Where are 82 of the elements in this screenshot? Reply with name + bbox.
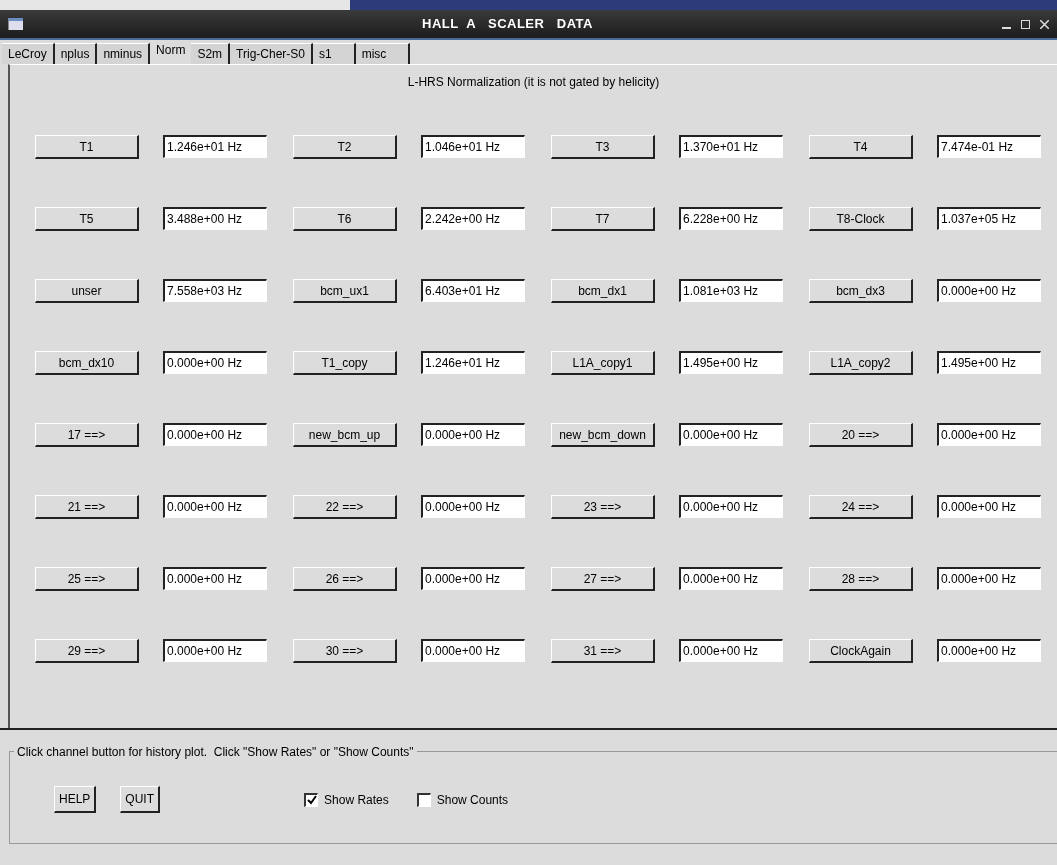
channel-button[interactable]: bcm_dx3 bbox=[809, 279, 913, 303]
tab[interactable]: misc bbox=[355, 43, 411, 64]
tab[interactable]: LeCroy bbox=[2, 43, 55, 64]
rate-field[interactable]: 0.000e+00 Hz bbox=[163, 639, 267, 662]
window-icon bbox=[8, 18, 23, 30]
rate-field[interactable]: 0.000e+00 Hz bbox=[937, 495, 1041, 518]
tab[interactable]: Trig-Cher-S0 bbox=[230, 43, 313, 64]
checkbox-label: Show Counts bbox=[436, 791, 509, 809]
rate-field[interactable]: 1.246e+01 Hz bbox=[421, 351, 525, 374]
rate-field[interactable]: 1.495e+00 Hz bbox=[679, 351, 783, 374]
rate-field[interactable]: 0.000e+00 Hz bbox=[163, 423, 267, 446]
channel-button[interactable]: T5 bbox=[35, 207, 139, 231]
rate-field[interactable]: 1.046e+01 Hz bbox=[421, 135, 525, 158]
tab[interactable]: nplus bbox=[54, 43, 98, 64]
channel-button[interactable]: 27 ==> bbox=[551, 567, 655, 591]
channel-button[interactable]: T6 bbox=[293, 207, 397, 231]
quit-button[interactable]: QUIT bbox=[120, 786, 161, 813]
rate-field[interactable]: 1.495e+00 Hz bbox=[937, 351, 1041, 374]
rate-field[interactable]: 3.488e+00 Hz bbox=[163, 207, 267, 230]
rate-field[interactable]: 0.000e+00 Hz bbox=[421, 639, 525, 662]
channel-button[interactable]: 28 ==> bbox=[809, 567, 913, 591]
rate-field[interactable]: 0.000e+00 Hz bbox=[421, 423, 525, 446]
rate-field[interactable]: 0.000e+00 Hz bbox=[937, 279, 1041, 302]
panel-heading: L-HRS Normalization (it is not gated by helicity) bbox=[407, 75, 660, 89]
channel-button[interactable]: L1A_copy1 bbox=[551, 351, 655, 375]
channel-button[interactable]: 29 ==> bbox=[35, 639, 139, 663]
channel-button[interactable]: 22 ==> bbox=[293, 495, 397, 519]
channel-button[interactable]: 21 ==> bbox=[35, 495, 139, 519]
channel-button[interactable]: bcm_dx1 bbox=[551, 279, 655, 303]
channel-button[interactable]: 31 ==> bbox=[551, 639, 655, 663]
channel-button[interactable]: T1_copy bbox=[293, 351, 397, 375]
channel-button[interactable]: 25 ==> bbox=[35, 567, 139, 591]
rate-field[interactable]: 0.000e+00 Hz bbox=[937, 567, 1041, 590]
rate-field[interactable]: 0.000e+00 Hz bbox=[679, 639, 783, 662]
channel-button[interactable]: L1A_copy2 bbox=[809, 351, 913, 375]
rate-field[interactable]: 0.000e+00 Hz bbox=[163, 495, 267, 518]
channel-button[interactable]: T7 bbox=[551, 207, 655, 231]
rate-field[interactable]: 7.474e-01 Hz bbox=[937, 135, 1041, 158]
tab[interactable]: nminus bbox=[97, 43, 151, 64]
rate-field[interactable]: 1.370e+01 Hz bbox=[679, 135, 783, 158]
rate-field[interactable]: 0.000e+00 Hz bbox=[937, 639, 1041, 662]
rate-field[interactable]: 6.403e+01 Hz bbox=[421, 279, 525, 302]
rate-field[interactable]: 1.246e+01 Hz bbox=[163, 135, 267, 158]
checkbox-label: Show Rates bbox=[324, 791, 389, 809]
channel-button[interactable]: new_bcm_down bbox=[551, 423, 655, 447]
rate-field[interactable]: 0.000e+00 Hz bbox=[679, 567, 783, 590]
channel-button[interactable]: 30 ==> bbox=[293, 639, 397, 663]
rate-field[interactable]: 0.000e+00 Hz bbox=[163, 567, 267, 590]
rate-field[interactable]: 6.228e+00 Hz bbox=[679, 207, 783, 230]
rate-field[interactable]: 0.000e+00 Hz bbox=[421, 495, 525, 518]
channel-button[interactable]: 17 ==> bbox=[35, 423, 139, 447]
channel-button[interactable]: T4 bbox=[809, 135, 913, 159]
tab[interactable]: s1 bbox=[313, 43, 356, 64]
checkbox[interactable] bbox=[304, 792, 319, 807]
rate-field[interactable]: 0.000e+00 Hz bbox=[163, 351, 267, 374]
rate-field[interactable]: 7.558e+03 Hz bbox=[163, 279, 267, 302]
channel-button[interactable]: 23 ==> bbox=[551, 495, 655, 519]
channel-button[interactable]: unser bbox=[35, 279, 139, 303]
rate-field[interactable]: 0.000e+00 Hz bbox=[421, 567, 525, 590]
help-button[interactable]: HELP bbox=[54, 786, 97, 813]
tab[interactable]: S2m bbox=[191, 43, 231, 64]
close-icon[interactable] bbox=[1040, 19, 1049, 29]
channel-button[interactable]: T2 bbox=[293, 135, 397, 159]
channel-button[interactable]: T8-Clock bbox=[809, 207, 913, 231]
channel-button[interactable]: 26 ==> bbox=[293, 567, 397, 591]
channel-button[interactable]: new_bcm_up bbox=[293, 423, 397, 447]
maximize-icon[interactable] bbox=[1021, 19, 1030, 29]
channel-button[interactable]: bcm_ux1 bbox=[293, 279, 397, 303]
rate-field[interactable]: 1.037e+05 Hz bbox=[937, 207, 1041, 230]
channel-button[interactable]: ClockAgain bbox=[809, 639, 913, 663]
rate-field[interactable]: 2.242e+00 Hz bbox=[421, 207, 525, 230]
channel-button[interactable]: T1 bbox=[35, 135, 139, 159]
window-title: HALL A SCALER DATA bbox=[421, 15, 594, 34]
channel-button[interactable]: 24 ==> bbox=[809, 495, 913, 519]
rate-field[interactable]: 0.000e+00 Hz bbox=[679, 423, 783, 446]
channel-button[interactable]: 20 ==> bbox=[809, 423, 913, 447]
rate-field[interactable]: 0.000e+00 Hz bbox=[937, 423, 1041, 446]
checkbox[interactable] bbox=[416, 792, 431, 807]
rate-field[interactable]: 0.000e+00 Hz bbox=[679, 495, 783, 518]
channel-button[interactable]: T3 bbox=[551, 135, 655, 159]
rate-field[interactable]: 1.081e+03 Hz bbox=[679, 279, 783, 302]
channel-button[interactable]: bcm_dx10 bbox=[35, 351, 139, 375]
